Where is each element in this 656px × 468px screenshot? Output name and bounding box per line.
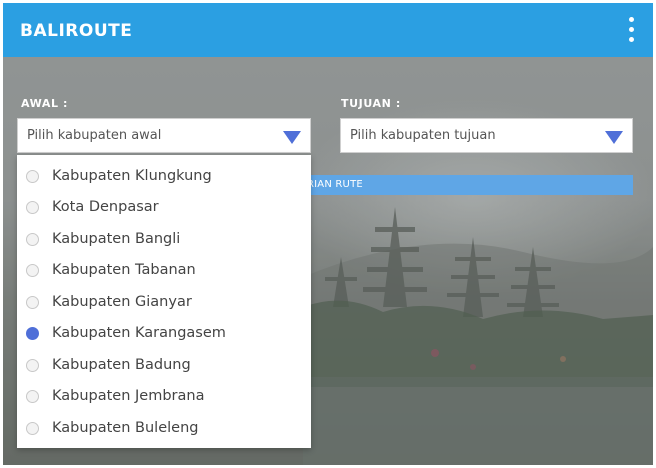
option-karangasem[interactable]: Kabupaten Karangasem <box>17 319 311 350</box>
radio-button[interactable] <box>26 359 39 372</box>
option-label: Kabupaten Tabanan <box>52 262 196 278</box>
origin-select-placeholder: Pilih kabupaten awal <box>27 128 162 143</box>
option-label: Kabupaten Jembrana <box>52 388 205 404</box>
radio-button-selected[interactable] <box>26 327 39 340</box>
option-badung[interactable]: Kabupaten Badung <box>17 351 311 382</box>
option-label: Kabupaten Buleleng <box>52 420 199 436</box>
option-gianyar[interactable]: Kabupaten Gianyar <box>17 288 311 319</box>
app-screen: BALIROUTE AWAL : TUJUAN : RIAN RUTE Pili… <box>3 3 653 465</box>
option-label: Kota Denpasar <box>52 199 159 215</box>
option-label: Kabupaten Bangli <box>52 231 181 247</box>
radio-button[interactable] <box>26 170 39 183</box>
more-vert-icon[interactable] <box>623 15 639 45</box>
option-denpasar[interactable]: Kota Denpasar <box>17 193 311 224</box>
radio-button[interactable] <box>26 390 39 403</box>
triangle-down-icon <box>605 131 623 144</box>
option-label: Kabupaten Klungkung <box>52 168 212 184</box>
destination-select-placeholder: Pilih kabupaten tujuan <box>350 128 496 143</box>
radio-button[interactable] <box>26 422 39 435</box>
triangle-down-icon <box>283 131 301 144</box>
radio-button[interactable] <box>26 233 39 246</box>
option-label: Kabupaten Gianyar <box>52 294 192 310</box>
app-title: BALIROUTE <box>20 21 133 41</box>
option-buleleng[interactable]: Kabupaten Buleleng <box>17 414 311 445</box>
destination-select[interactable]: Pilih kabupaten tujuan <box>340 118 633 153</box>
option-klungkung[interactable]: Kabupaten Klungkung <box>17 162 311 193</box>
option-label: Kabupaten Karangasem <box>52 325 226 341</box>
option-bangli[interactable]: Kabupaten Bangli <box>17 225 311 256</box>
radio-button[interactable] <box>26 201 39 214</box>
radio-button[interactable] <box>26 264 39 277</box>
origin-dropdown-list: Kabupaten Klungkung Kota Denpasar Kabupa… <box>17 155 311 448</box>
app-bar: BALIROUTE <box>3 3 653 57</box>
search-route-label: RIAN RUTE <box>307 179 363 190</box>
destination-label: TUJUAN : <box>341 97 401 110</box>
origin-select[interactable]: Pilih kabupaten awal <box>17 118 311 153</box>
option-jembrana[interactable]: Kabupaten Jembrana <box>17 382 311 413</box>
option-label: Kabupaten Badung <box>52 357 191 373</box>
radio-button[interactable] <box>26 296 39 309</box>
origin-label: AWAL : <box>21 97 69 110</box>
option-tabanan[interactable]: Kabupaten Tabanan <box>17 256 311 287</box>
